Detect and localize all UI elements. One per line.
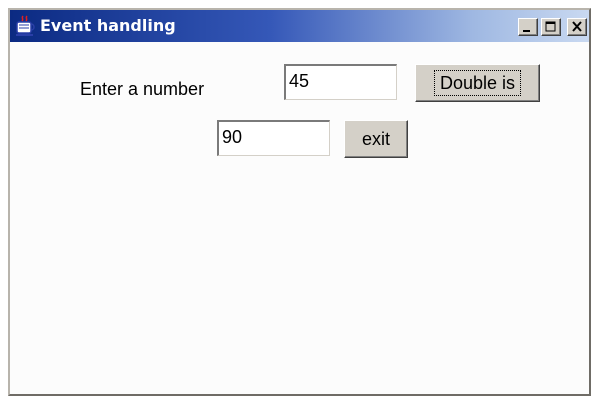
double-is-button[interactable]: Double is [415, 64, 540, 102]
maximize-icon [545, 21, 556, 32]
java-coffee-cup-icon[interactable] [15, 15, 37, 37]
minimize-button[interactable] [518, 18, 538, 36]
close-icon [572, 21, 582, 32]
number-input[interactable]: 45 [284, 64, 397, 100]
double-is-button-label: Double is [433, 70, 522, 96]
result-field[interactable]: 90 [217, 120, 330, 156]
enter-number-label: Enter a number [80, 79, 205, 99]
app-window: Event handling Enter a number 45 Double … [8, 8, 591, 396]
exit-button[interactable]: exit [344, 120, 408, 158]
title-bar[interactable]: Event handling [10, 10, 589, 42]
maximize-button[interactable] [541, 18, 561, 36]
close-button[interactable] [567, 18, 587, 36]
client-area: Enter a number 45 Double is 90 exit [10, 42, 589, 394]
minimize-icon [523, 30, 530, 32]
window-title: Event handling [40, 16, 176, 35]
